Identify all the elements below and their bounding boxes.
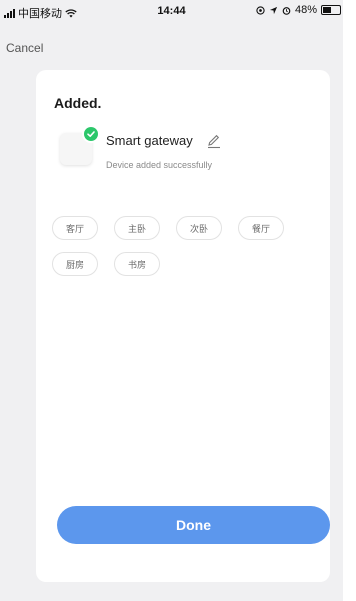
room-chip-dining-room[interactable]: 餐厅 xyxy=(238,216,284,240)
done-button[interactable]: Done xyxy=(57,506,330,544)
success-check-icon xyxy=(82,125,100,143)
room-chip-master-bedroom[interactable]: 主卧 xyxy=(114,216,160,240)
app-screen: 中国移动 14:44 48% Cancel Added. Smart gatew… xyxy=(0,0,343,601)
room-chip-second-bedroom[interactable]: 次卧 xyxy=(176,216,222,240)
edit-pencil-icon[interactable] xyxy=(206,133,222,149)
card-title: Added. xyxy=(54,95,102,111)
status-bar: 中国移动 14:44 48% xyxy=(0,0,343,22)
checkmark-icon xyxy=(87,131,95,137)
device-status-text: Device added successfully xyxy=(106,160,213,170)
device-added-card: Added. Smart gateway Device added succes… xyxy=(36,70,330,582)
room-chip-kitchen[interactable]: 厨房 xyxy=(52,252,98,276)
room-chip-study[interactable]: 书房 xyxy=(114,252,160,276)
device-name: Smart gateway xyxy=(106,133,193,148)
cancel-button[interactable]: Cancel xyxy=(6,41,43,55)
alarm-icon xyxy=(282,6,291,15)
location-icon xyxy=(256,5,265,15)
status-right: 48% xyxy=(256,4,341,16)
battery-percent: 48% xyxy=(294,4,317,16)
battery-icon xyxy=(321,5,341,15)
navigation-arrow-icon xyxy=(269,6,278,14)
room-chip-living-room[interactable]: 客厅 xyxy=(52,216,98,240)
